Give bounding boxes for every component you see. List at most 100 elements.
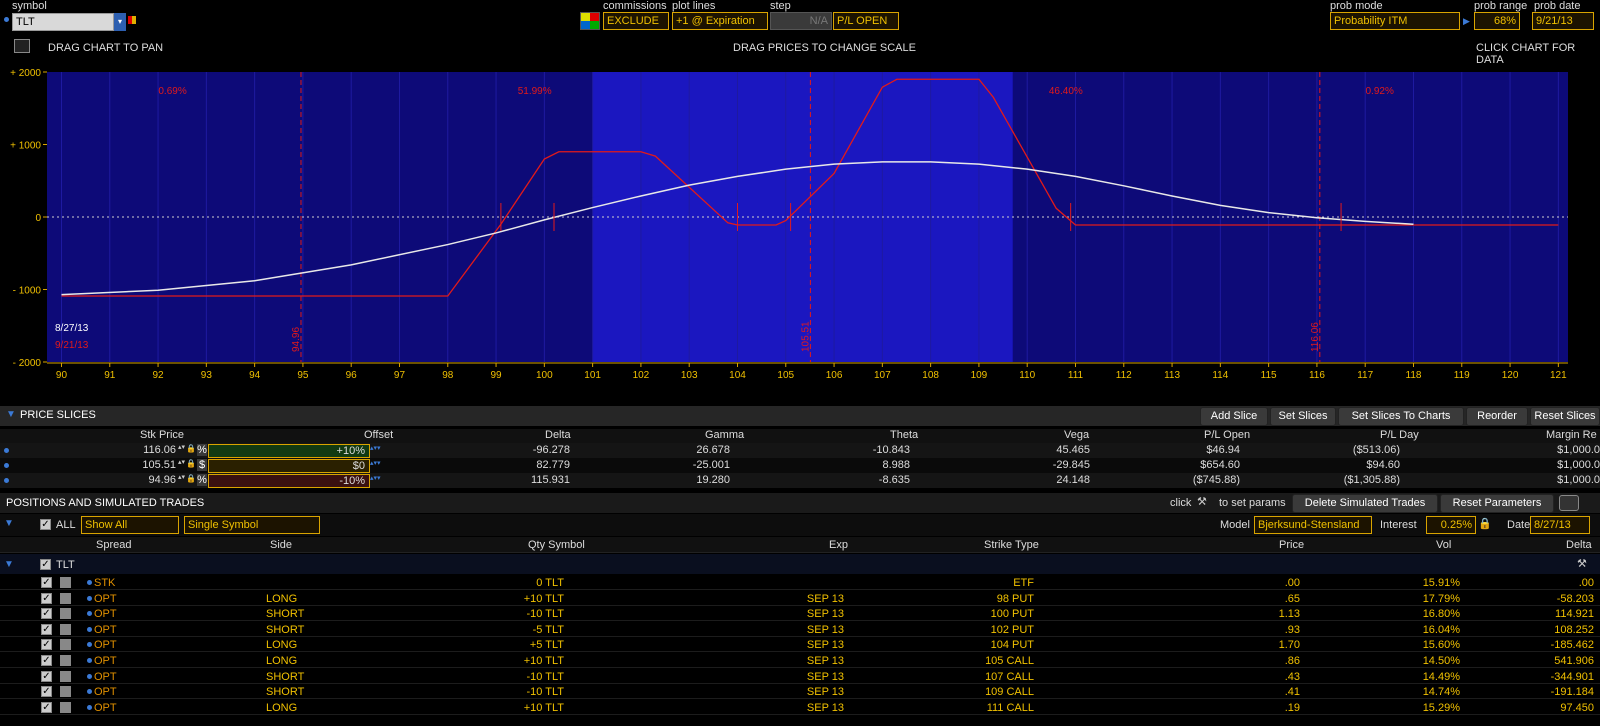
commissions-select[interactable]: EXCLUDE bbox=[603, 12, 669, 30]
position-dot-icon[interactable] bbox=[87, 658, 92, 663]
pl-mode-select[interactable]: P/L OPEN bbox=[833, 12, 899, 30]
position-row[interactable]: ✓ OPT LONG +10 TLT SEP 13 111 CALL .19 15.29% 97… bbox=[0, 699, 1600, 715]
slice-dot-icon[interactable] bbox=[4, 448, 9, 453]
symbol-dropdown-icon[interactable]: ▾ bbox=[114, 13, 126, 31]
position-sim-box[interactable] bbox=[60, 639, 71, 651]
position-dot-icon[interactable] bbox=[87, 689, 92, 695]
position-side: LONG bbox=[266, 639, 298, 652]
risk-profile-chart[interactable]: + 2000 + 1000 0 - 1000 - 2000 90 91 92 93 94 95 96 9… bbox=[0, 60, 1600, 400]
position-row[interactable]: ✓ OPT SHORT -10 TLT SEP 13 109 CALL .41 14.74% -… bbox=[0, 684, 1600, 700]
position-checkbox[interactable]: ✓ bbox=[41, 608, 52, 620]
prob-mode-select[interactable]: Probability ITM bbox=[1330, 12, 1460, 30]
position-checkbox[interactable]: ✓ bbox=[41, 670, 52, 682]
plot-lines-select[interactable]: +1 @ Expiration bbox=[672, 12, 768, 30]
position-dot-icon[interactable] bbox=[87, 611, 92, 617]
slice-offset[interactable]: $0 bbox=[208, 459, 370, 473]
set-slices-to-charts-button[interactable]: Set Slices To Charts bbox=[1338, 407, 1464, 426]
slice-spinner-icon[interactable]: ▴▾ bbox=[178, 474, 186, 481]
price-slice-row[interactable]: 105.51 ▴▾ 🔒 $ $0 ▴▾▾ 82.779 -25.001 8.988 -29.845… bbox=[0, 458, 1600, 473]
position-checkbox[interactable]: ✓ bbox=[41, 623, 52, 635]
reorder-button[interactable]: Reorder bbox=[1466, 407, 1528, 426]
slice-spinner-icon[interactable]: ▴▾ bbox=[178, 459, 186, 466]
slice-spinner-icon[interactable]: ▴▾ bbox=[178, 444, 186, 451]
slice-unit-button[interactable]: % bbox=[197, 444, 207, 456]
slice-offset[interactable]: +10% bbox=[208, 444, 370, 458]
x-tick-label: 98 bbox=[442, 370, 454, 381]
slice-unit-button[interactable]: % bbox=[197, 474, 207, 486]
position-dot-icon[interactable] bbox=[87, 704, 92, 710]
set-slices-button[interactable]: Set Slices bbox=[1270, 407, 1336, 426]
position-checkbox[interactable]: ✓ bbox=[41, 686, 52, 698]
reset-slices-button[interactable]: Reset Slices bbox=[1530, 407, 1600, 426]
position-sim-box[interactable] bbox=[60, 577, 71, 588]
group-collapse-icon[interactable]: ▼ bbox=[4, 559, 14, 570]
slice-dot-icon[interactable] bbox=[4, 463, 9, 468]
export-icon[interactable] bbox=[1559, 495, 1579, 511]
all-checkbox[interactable]: ✓ bbox=[40, 519, 51, 530]
symbol-mode-select[interactable]: Single Symbol bbox=[184, 516, 320, 534]
position-row[interactable]: ✓ STK 0 TLT ETF .00 15.91% .00 bbox=[0, 575, 1600, 590]
position-checkbox[interactable]: ✓ bbox=[41, 701, 52, 713]
chart-icon[interactable] bbox=[14, 39, 30, 53]
interest-input[interactable]: 0.25% bbox=[1426, 516, 1476, 534]
price-slice-row[interactable]: 116.06 ▴▾ 🔒% +10% ▴▾▾ -96.278 26.678 -10.843 45.… bbox=[0, 443, 1600, 458]
prob-range-input[interactable]: 68% bbox=[1474, 12, 1520, 30]
slice-dot-icon[interactable] bbox=[4, 478, 9, 483]
price-slice-row[interactable]: 94.96 ▴▾ 🔒% -10% ▴▾▾ 115.931 19.280 -8.635 24.14… bbox=[0, 473, 1600, 488]
slice-offset-spinner-icon[interactable]: ▴▾▾ bbox=[370, 459, 388, 467]
position-row[interactable]: ✓ OPT LONG +5 TLT SEP 13 104 PUT 1.70 15.60% -18… bbox=[0, 637, 1600, 653]
date-input[interactable]: 8/27/13 bbox=[1530, 516, 1590, 534]
position-row[interactable]: ✓ OPT LONG +10 TLT SEP 13 105 CALL .86 14.50% 54… bbox=[0, 653, 1600, 668]
lock-icon[interactable]: 🔒 bbox=[1478, 517, 1492, 530]
position-sim-box[interactable] bbox=[60, 608, 71, 620]
position-checkbox[interactable]: ✓ bbox=[41, 639, 52, 651]
position-dot-icon[interactable] bbox=[87, 626, 92, 632]
filter-select[interactable]: Show All bbox=[81, 516, 179, 534]
position-row[interactable]: ✓ OPT SHORT -10 TLT SEP 13 100 PUT 1.13 16.80% 1… bbox=[0, 606, 1600, 622]
delete-simulated-trades-button[interactable]: Delete Simulated Trades bbox=[1292, 494, 1438, 513]
add-slice-button[interactable]: Add Slice bbox=[1200, 407, 1268, 426]
position-sim-box[interactable] bbox=[60, 670, 71, 682]
reset-parameters-button[interactable]: Reset Parameters bbox=[1440, 494, 1554, 513]
slice-lock-icon[interactable]: 🔒 bbox=[186, 474, 196, 483]
slice-lock-icon[interactable]: 🔒 bbox=[186, 459, 196, 468]
position-dot-icon[interactable] bbox=[87, 580, 92, 585]
color-squares-icon[interactable] bbox=[128, 16, 136, 24]
position-checkbox[interactable]: ✓ bbox=[41, 592, 52, 604]
step-input[interactable]: N/A bbox=[770, 12, 832, 30]
group-wrench-icon[interactable]: ⚒ bbox=[1577, 557, 1587, 570]
slice-offset-spinner-icon[interactable]: ▴▾▾ bbox=[370, 444, 388, 452]
x-tick-label: 109 bbox=[971, 370, 988, 381]
col-margin: Margin Re bbox=[1546, 429, 1597, 441]
position-spread: STK bbox=[94, 577, 116, 589]
play-icon[interactable]: ▶ bbox=[1463, 16, 1470, 27]
position-checkbox[interactable]: ✓ bbox=[41, 577, 52, 588]
collapse-all-icon[interactable]: ▼ bbox=[4, 518, 14, 529]
slice-offset[interactable]: -10% bbox=[208, 474, 370, 488]
slice-margin: $1,000.0 bbox=[1557, 444, 1600, 456]
link-dot-icon[interactable] bbox=[4, 17, 9, 22]
grid-color-icon[interactable] bbox=[580, 12, 600, 30]
slice-unit-button[interactable]: $ bbox=[197, 459, 207, 471]
position-row[interactable]: ✓ OPT SHORT -10 TLT SEP 13 107 CALL .43 14.49% -… bbox=[0, 668, 1600, 684]
collapse-triangle-icon[interactable]: ▼ bbox=[6, 409, 16, 420]
prob-date-input[interactable]: 9/21/13 bbox=[1532, 12, 1594, 30]
interest-label: Interest bbox=[1380, 519, 1417, 531]
symbol-input[interactable]: TLT bbox=[12, 13, 114, 31]
position-dot-icon[interactable] bbox=[87, 673, 92, 679]
slice-lock-icon[interactable]: 🔒 bbox=[186, 444, 196, 453]
position-price: .86 bbox=[1284, 655, 1300, 667]
position-sim-box[interactable] bbox=[60, 623, 71, 635]
position-checkbox[interactable]: ✓ bbox=[41, 655, 52, 666]
position-dot-icon[interactable] bbox=[87, 595, 92, 601]
position-sim-box[interactable] bbox=[60, 686, 71, 698]
slice-offset-spinner-icon[interactable]: ▴▾▾ bbox=[370, 474, 388, 482]
model-select[interactable]: Bjerksund-Stensland bbox=[1254, 516, 1372, 534]
position-sim-box[interactable] bbox=[60, 655, 71, 666]
position-row[interactable]: ✓ OPT SHORT -5 TLT SEP 13 102 PUT .93 16.04% 108… bbox=[0, 621, 1600, 637]
position-sim-box[interactable] bbox=[60, 701, 71, 713]
group-checkbox[interactable]: ✓ bbox=[40, 559, 51, 570]
position-dot-icon[interactable] bbox=[87, 642, 92, 648]
position-sim-box[interactable] bbox=[60, 592, 71, 604]
position-row[interactable]: ✓ OPT LONG +10 TLT SEP 13 98 PUT .65 17.79% -58.… bbox=[0, 590, 1600, 606]
